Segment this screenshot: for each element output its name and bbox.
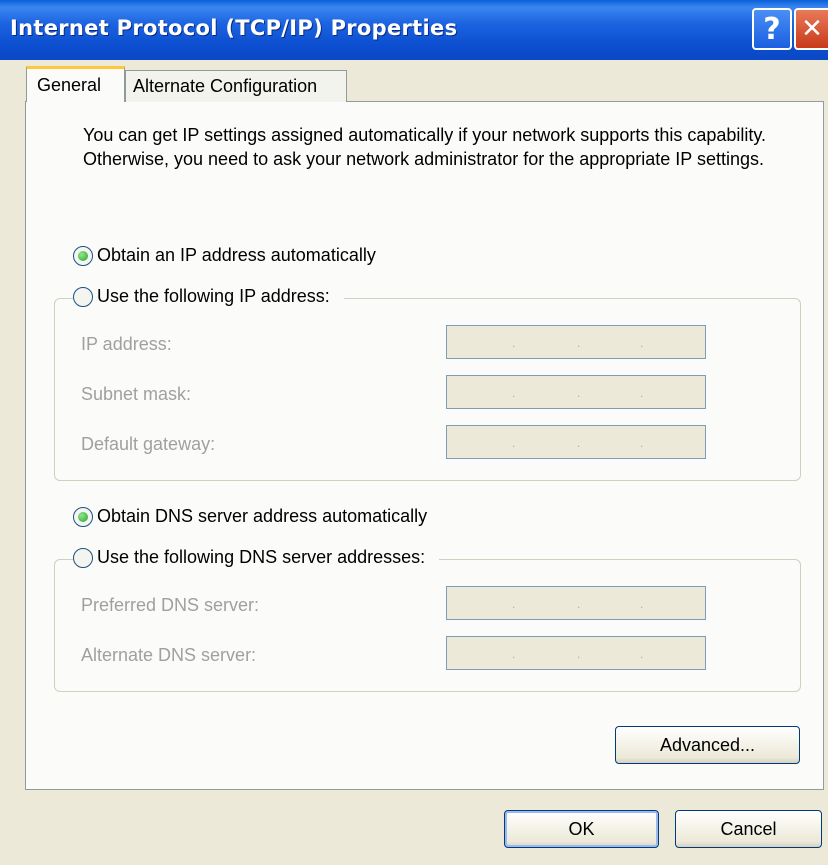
radio-use-following-dns[interactable]: Use the following DNS server addresses: — [73, 547, 440, 568]
radio-button-selected[interactable] — [73, 506, 93, 527]
radio-label: Obtain DNS server address automatically — [97, 506, 428, 526]
subnet-mask-label: Subnet mask: — [81, 384, 192, 404]
help-icon: ? — [763, 11, 781, 47]
radio-button[interactable] — [73, 286, 93, 307]
preferred-dns-label: Preferred DNS server: — [81, 595, 260, 615]
title-bar[interactable]: Internet Protocol (TCP/IP) Properties ? … — [0, 0, 828, 60]
close-button[interactable]: ✕ — [794, 8, 828, 50]
default-gateway-label: Default gateway: — [81, 434, 216, 454]
ok-button[interactable]: OK — [504, 810, 659, 848]
radio-label: Use the following DNS server addresses: — [97, 547, 426, 567]
close-icon: ✕ — [801, 14, 823, 44]
radio-button[interactable] — [73, 547, 93, 568]
window-title: Internet Protocol (TCP/IP) Properties — [10, 16, 458, 40]
radio-label: Use the following IP address: — [97, 286, 330, 306]
radio-obtain-dns-auto[interactable]: Obtain DNS server address automatically — [73, 506, 442, 527]
ip-address-input: ... — [446, 325, 706, 359]
cancel-button[interactable]: Cancel — [675, 810, 822, 848]
alternate-dns-input: ... — [446, 636, 706, 670]
radio-button-selected[interactable] — [73, 245, 93, 266]
intro-text: You can get IP settings assigned automat… — [83, 125, 767, 169]
dns-address-group — [54, 559, 801, 692]
default-gateway-input: ... — [446, 425, 706, 459]
subnet-mask-input: ... — [446, 375, 706, 409]
advanced-button[interactable]: Advanced... — [615, 726, 800, 764]
radio-label: Obtain an IP address automatically — [97, 245, 376, 265]
ip-address-label: IP address: — [81, 334, 172, 354]
tab-general[interactable]: General — [26, 66, 125, 102]
radio-use-following-ip[interactable]: Use the following IP address: — [73, 286, 344, 307]
radio-obtain-ip-auto[interactable]: Obtain an IP address automatically — [73, 245, 390, 266]
alternate-dns-label: Alternate DNS server: — [81, 645, 257, 665]
help-button[interactable]: ? — [752, 8, 792, 50]
preferred-dns-input: ... — [446, 586, 706, 620]
tab-alternate-configuration[interactable]: Alternate Configuration — [125, 70, 347, 102]
